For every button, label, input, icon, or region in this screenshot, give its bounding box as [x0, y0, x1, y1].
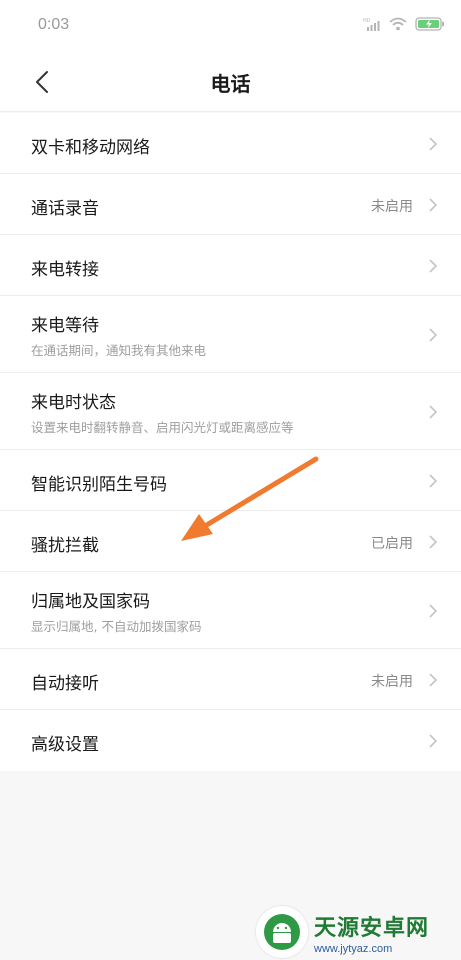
chevron-right-icon — [429, 328, 438, 342]
row-caller-location-country-code[interactable]: 归属地及国家码 显示归属地, 不自动加拨国家码 — [0, 572, 461, 649]
settings-list: 双卡和移动网络 通话录音 未启用 来电转接 来电等待 在通话期间，通知我有其他来… — [0, 113, 461, 771]
chevron-right-icon — [429, 259, 438, 273]
chevron-right-icon — [429, 734, 438, 748]
row-title: 来电时状态 — [31, 393, 116, 413]
app-header: 电话 — [0, 52, 461, 112]
row-identify-unknown-numbers[interactable]: 智能识别陌生号码 — [0, 450, 461, 511]
chevron-right-icon — [429, 198, 438, 212]
row-subtitle: 显示归属地, 不自动加拨国家码 — [31, 619, 202, 634]
watermark: 天源安卓网 www.jytyaz.com — [256, 904, 456, 960]
watermark-url: www.jytyaz.com — [314, 942, 393, 955]
row-subtitle: 设置来电时翻转静音、启用闪光灯或距离感应等 — [31, 420, 294, 435]
row-auto-answer[interactable]: 自动接听 未启用 — [0, 649, 461, 710]
chevron-right-icon — [429, 474, 438, 488]
row-incoming-call-state[interactable]: 来电时状态 设置来电时翻转静音、启用闪光灯或距离感应等 — [0, 373, 461, 450]
row-call-forwarding[interactable]: 来电转接 — [0, 235, 461, 296]
row-title: 归属地及国家码 — [31, 592, 150, 612]
watermark-text: 天源安卓网 www.jytyaz.com — [314, 910, 429, 955]
status-bar: 0:03 HD — [0, 0, 461, 52]
chevron-right-icon — [429, 604, 438, 618]
row-title: 双卡和移动网络 — [31, 138, 150, 158]
row-title: 智能识别陌生号码 — [31, 475, 167, 495]
svg-text:HD: HD — [363, 18, 371, 24]
row-title: 自动接听 — [31, 674, 99, 694]
chevron-right-icon — [429, 137, 438, 151]
row-spam-blocking[interactable]: 骚扰拦截 已启用 — [0, 511, 461, 572]
battery-charging-icon — [415, 17, 444, 31]
row-call-recording[interactable]: 通话录音 未启用 — [0, 174, 461, 235]
row-subtitle: 在通话期间，通知我有其他来电 — [31, 343, 207, 358]
row-title: 骚扰拦截 — [31, 536, 99, 556]
watermark-name: 天源安卓网 — [314, 915, 430, 941]
row-title: 来电转接 — [31, 260, 99, 280]
android-logo-icon — [256, 906, 308, 958]
row-status-value: 已启用 — [371, 536, 413, 552]
hd-signal-icon: HD — [363, 18, 380, 31]
row-call-waiting[interactable]: 来电等待 在通话期间，通知我有其他来电 — [0, 296, 461, 373]
chevron-right-icon — [429, 405, 438, 419]
row-title: 来电等待 — [31, 316, 99, 336]
page-title: 电话 — [210, 72, 251, 96]
row-dual-sim-mobile-network[interactable]: 双卡和移动网络 — [0, 113, 461, 174]
status-time: 0:03 — [38, 16, 70, 33]
wifi-icon — [389, 17, 407, 31]
row-advanced-settings[interactable]: 高级设置 — [0, 710, 461, 771]
status-icons: HD — [363, 17, 445, 31]
row-status-value: 未启用 — [371, 199, 413, 215]
row-title: 高级设置 — [31, 735, 99, 755]
chevron-right-icon — [429, 673, 438, 687]
row-title: 通话录音 — [31, 199, 99, 219]
row-status-value: 未启用 — [371, 674, 413, 690]
chevron-right-icon — [429, 535, 438, 549]
